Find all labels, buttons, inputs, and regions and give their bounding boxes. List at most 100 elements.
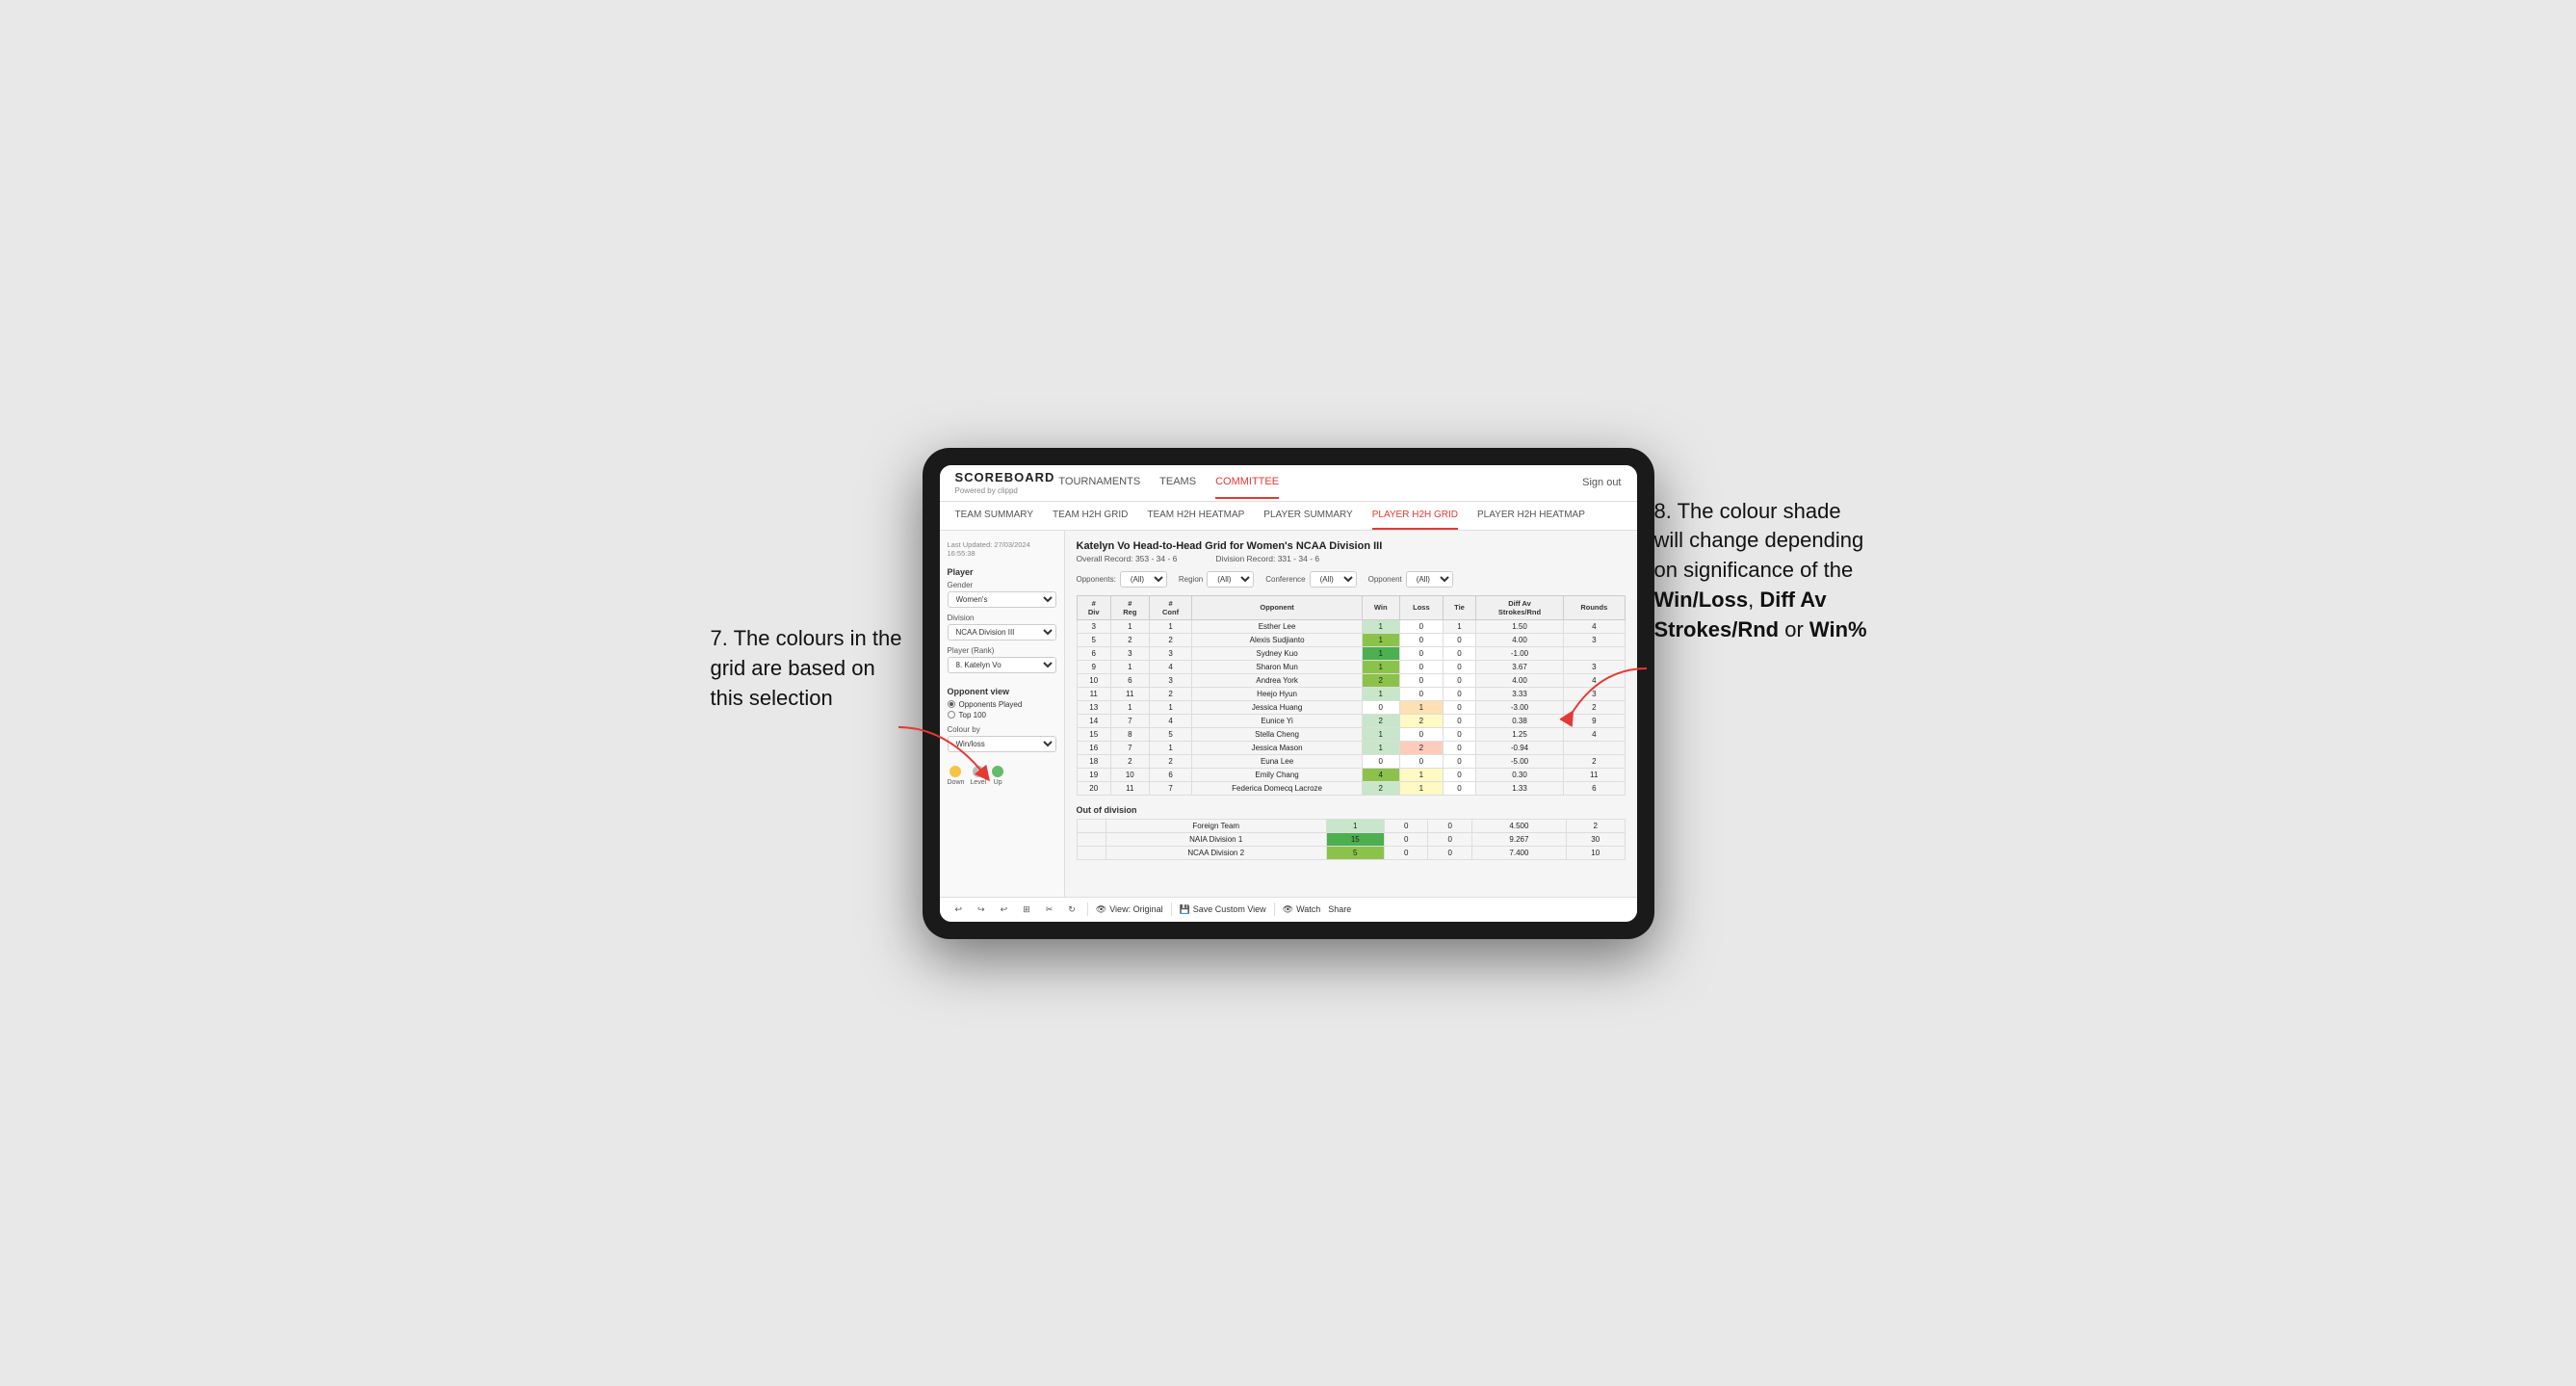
cell-tie: 0: [1444, 687, 1476, 700]
toolbar-divider-3: [1274, 902, 1275, 916]
subnav-team-h2h-heatmap[interactable]: TEAM H2H HEATMAP: [1147, 502, 1244, 530]
subnav-team-summary[interactable]: TEAM SUMMARY: [955, 502, 1034, 530]
division-record: Division Record: 331 - 34 - 6: [1215, 554, 1319, 563]
opponent-view-radio-group: Opponents Played Top 100: [948, 700, 1056, 719]
cell-opponent: Eunice Yi: [1192, 714, 1362, 727]
cell-loss: 2: [1399, 741, 1443, 754]
subnav-player-summary[interactable]: PLAYER SUMMARY: [1263, 502, 1352, 530]
toolbar-copy[interactable]: ⊞: [1019, 902, 1034, 917]
cell-reg: 1: [1110, 619, 1149, 633]
col-win: Win: [1362, 595, 1399, 619]
cell-rounds: [1564, 741, 1625, 754]
cell-opponent: Euna Lee: [1192, 754, 1362, 768]
region-filter-select[interactable]: (All): [1207, 571, 1254, 588]
ood-cell-tie: 0: [1428, 846, 1471, 859]
grid-area: Katelyn Vo Head-to-Head Grid for Women's…: [1065, 531, 1637, 897]
cell-rounds: 4: [1564, 619, 1625, 633]
cell-loss: 2: [1399, 714, 1443, 727]
cell-opponent: Esther Lee: [1192, 619, 1362, 633]
col-div: #Div: [1077, 595, 1110, 619]
cell-div: 14: [1077, 714, 1110, 727]
cell-loss: 1: [1399, 781, 1443, 795]
toolbar-undo[interactable]: ↩: [951, 902, 967, 917]
out-of-division-table: Foreign Team 1 0 0 4.500 2 NAIA Division…: [1077, 819, 1626, 860]
sidebar-gender-label: Gender: [948, 581, 1056, 589]
cell-win: 2: [1362, 781, 1399, 795]
cell-win: 2: [1362, 714, 1399, 727]
toolbar-extra[interactable]: ✂: [1042, 902, 1057, 917]
conference-filter-select[interactable]: (All): [1310, 571, 1357, 588]
table-row: 6 3 3 Sydney Kuo 1 0 0 -1.00: [1077, 646, 1625, 660]
cell-div: 19: [1077, 768, 1110, 781]
cell-diff: 1.33: [1475, 781, 1563, 795]
sign-out-link[interactable]: Sign out: [1582, 477, 1621, 488]
ood-cell-rounds: 2: [1566, 819, 1625, 832]
cell-diff: 4.00: [1475, 633, 1563, 646]
cell-conf: 5: [1149, 727, 1192, 741]
opponents-filter-select[interactable]: (All): [1120, 571, 1167, 588]
cell-tie: 1: [1444, 619, 1476, 633]
grid-title: Katelyn Vo Head-to-Head Grid for Women's…: [1077, 540, 1626, 552]
cell-opponent: Emily Chang: [1192, 768, 1362, 781]
toolbar-save-custom-view[interactable]: 💾 Save Custom View: [1180, 904, 1266, 915]
toolbar-watch[interactable]: 👁 Watch: [1283, 904, 1321, 915]
logo-sub: Powered by clippd: [955, 486, 1044, 495]
arrow-right: [1560, 659, 1656, 736]
nav-committee[interactable]: COMMITTEE: [1215, 466, 1279, 499]
division-select[interactable]: NCAA Division III: [948, 624, 1056, 641]
ood-cell-tie: 0: [1428, 819, 1471, 832]
toolbar-undo2[interactable]: ↩: [997, 902, 1012, 917]
cell-reg: 6: [1110, 673, 1149, 687]
toolbar-share[interactable]: Share: [1328, 904, 1351, 914]
ood-cell-empty: [1077, 832, 1106, 846]
cell-opponent: Jessica Huang: [1192, 700, 1362, 714]
cell-opponent: Jessica Mason: [1192, 741, 1362, 754]
tablet-device: SCOREBOARD Powered by clippd TOURNAMENTS…: [923, 448, 1654, 939]
cell-opponent: Sydney Kuo: [1192, 646, 1362, 660]
cell-reg: 8: [1110, 727, 1149, 741]
nav-tournaments[interactable]: TOURNAMENTS: [1058, 466, 1140, 499]
cell-tie: 0: [1444, 714, 1476, 727]
subnav-player-h2h-grid[interactable]: PLAYER H2H GRID: [1372, 502, 1458, 530]
cell-loss: 0: [1399, 633, 1443, 646]
ood-table-row: Foreign Team 1 0 0 4.500 2: [1077, 819, 1625, 832]
cell-loss: 0: [1399, 754, 1443, 768]
toolbar-view-original[interactable]: 👁 View: Original: [1096, 904, 1163, 915]
cell-opponent: Andrea York: [1192, 673, 1362, 687]
nav-teams[interactable]: TEAMS: [1159, 466, 1196, 499]
radio-opponents-played[interactable]: Opponents Played: [948, 700, 1056, 709]
subnav-team-h2h-grid[interactable]: TEAM H2H GRID: [1053, 502, 1128, 530]
cell-win: 4: [1362, 768, 1399, 781]
ood-cell-win: 5: [1326, 846, 1384, 859]
cell-conf: 1: [1149, 741, 1192, 754]
table-row: 10 6 3 Andrea York 2 0 0 4.00 4: [1077, 673, 1625, 687]
cell-conf: 3: [1149, 673, 1192, 687]
toolbar-redo[interactable]: ↪: [974, 902, 989, 917]
ood-cell-opponent: NCAA Division 2: [1106, 846, 1326, 859]
ood-cell-rounds: 10: [1566, 846, 1625, 859]
ood-cell-diff: 7.400: [1471, 846, 1566, 859]
cell-reg: 2: [1110, 754, 1149, 768]
toolbar-refresh[interactable]: ↻: [1064, 902, 1080, 917]
cell-diff: 4.00: [1475, 673, 1563, 687]
ood-cell-empty: [1077, 819, 1106, 832]
player-rank-select[interactable]: 8. Katelyn Vo: [948, 657, 1056, 673]
cell-div: 9: [1077, 660, 1110, 673]
opponent-filter-select[interactable]: (All): [1406, 571, 1453, 588]
sub-nav: TEAM SUMMARY TEAM H2H GRID TEAM H2H HEAT…: [940, 502, 1637, 531]
cell-conf: 4: [1149, 660, 1192, 673]
cell-opponent: Alexis Sudjianto: [1192, 633, 1362, 646]
cell-loss: 0: [1399, 673, 1443, 687]
radio-dot-played: [948, 700, 955, 708]
cell-tie: 0: [1444, 768, 1476, 781]
subnav-player-h2h-heatmap[interactable]: PLAYER H2H HEATMAP: [1477, 502, 1585, 530]
cell-reg: 1: [1110, 700, 1149, 714]
gender-select[interactable]: Women's: [948, 591, 1056, 608]
sidebar-division-label: Division: [948, 614, 1056, 622]
cell-div: 15: [1077, 727, 1110, 741]
main-content: Last Updated: 27/03/2024 16:55:38 Player…: [940, 531, 1637, 897]
table-row: 13 1 1 Jessica Huang 0 1 0 -3.00 2: [1077, 700, 1625, 714]
cell-rounds: 6: [1564, 781, 1625, 795]
cell-conf: 2: [1149, 633, 1192, 646]
cell-win: 0: [1362, 754, 1399, 768]
